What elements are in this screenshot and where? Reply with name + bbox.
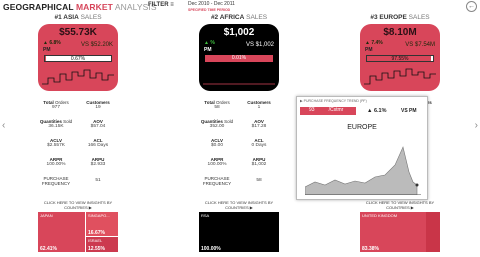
region-header: #3 EUROPE SALES xyxy=(370,14,430,21)
country-treemap[interactable]: RSA 100.00% xyxy=(199,212,279,252)
view-countries-link[interactable]: CLICK HERE TO VIEW INSIGHTS BY COUNTRIES … xyxy=(199,200,279,210)
pm-label: PM xyxy=(43,47,51,53)
sales-value: $8.10M xyxy=(383,27,417,38)
nav-left-icon[interactable]: ‹ xyxy=(2,120,5,131)
prev-value: VS $7.54M xyxy=(405,42,435,48)
stat-value: 51 xyxy=(95,178,101,183)
share-progress-bar: 0.67% xyxy=(44,55,112,62)
treemap-label: SINGAPO... xyxy=(88,213,110,218)
sales-sparkline xyxy=(42,69,114,85)
stat-cell: ACLV $2.557K xyxy=(47,138,65,148)
prev-value: VS $1,002 xyxy=(245,42,274,48)
stat-cell: PURCHASEFREQUENCY xyxy=(41,176,71,186)
stat-value: 58 xyxy=(256,178,262,183)
stat-cell: ACL 0 Days xyxy=(251,138,267,148)
pm-label: PM xyxy=(204,47,212,53)
sales-sparkline xyxy=(203,83,275,85)
treemap-value: 12.55% xyxy=(88,246,105,252)
sales-change: ▲ 7.4% xyxy=(365,40,383,46)
stat-cell: ARPR 100.00% xyxy=(46,157,66,167)
filter-icon: ≡ xyxy=(170,2,174,8)
treemap-label: ISRAEL xyxy=(88,238,103,243)
country-treemap[interactable]: JAPAN 62.41% SINGAPO... 16.67% ISRAEL 12… xyxy=(38,212,118,252)
popup-value-box: 93/Cstmr xyxy=(300,107,356,115)
treemap-value: 100.00% xyxy=(201,246,221,252)
back-arrow-icon[interactable]: ← xyxy=(466,1,477,12)
popup-area-chart xyxy=(305,146,421,195)
sales-card[interactable]: $55.73K ▲ 6.8% VS $52.20K PM 0.67% xyxy=(38,24,118,91)
stat-cell: ARPU $1,002 xyxy=(251,157,267,167)
popup-region: EUROPE xyxy=(347,124,377,131)
date-range: Dec 2010 - Dec 2011 xyxy=(188,1,235,7)
treemap-value: 16.67% xyxy=(88,230,105,236)
treemap-value: 83.38% xyxy=(362,246,379,252)
treemap-label: RSA xyxy=(201,213,210,218)
stats-table: Total Orders 977 Customers 19 Quantities Sol… xyxy=(35,100,119,190)
treemap-label: JAPAN xyxy=(40,213,53,218)
nav-right-icon[interactable]: › xyxy=(475,120,478,131)
stat-cell: AOV $57.04 xyxy=(90,119,106,129)
prev-value: VS $52.20K xyxy=(80,42,113,48)
sales-change: ▲ % xyxy=(204,40,215,46)
tooltip-popup: ▶ PURCHASE FREQUENCY TREND (PF) 93/Cstmr… xyxy=(296,96,428,200)
sales-value: $1,002 xyxy=(223,27,255,38)
stat-cell: ARPU $2.933 xyxy=(90,157,106,167)
sales-change: ▲ 6.8% xyxy=(43,40,61,46)
sales-value: $55.73K xyxy=(59,27,97,38)
stat-cell: Total Orders 977 xyxy=(43,100,69,110)
region-header: #1 ASIA SALES xyxy=(54,14,102,21)
pm-label: PM xyxy=(365,47,373,53)
region-header: #2 AFRICA SALES xyxy=(210,14,268,21)
popup-vs: VS PM xyxy=(401,108,417,114)
page-title: GEOGRAPHICAL MARKET ANALYSIS xyxy=(3,2,157,12)
stat-cell: ARPR 100.00% xyxy=(207,157,227,167)
stat-cell: Total Orders 58 xyxy=(204,100,230,110)
sales-sparkline xyxy=(364,68,436,85)
filter-button[interactable]: FILTER ≡ xyxy=(148,2,174,8)
stat-cell: PURCHASEFREQUENCY xyxy=(202,176,232,186)
stat-cell: ACL 166 Days xyxy=(87,138,109,148)
sales-card[interactable]: $8.10M ▲ 7.4% VS $7.54M PM 97.55% xyxy=(360,24,440,91)
stat-cell: Quantities Sold 352.00 xyxy=(200,119,234,129)
stat-cell: ACLV $0.00 xyxy=(210,138,223,148)
share-progress-bar: 0.01% xyxy=(205,55,273,62)
popup-title: ▶ PURCHASE FREQUENCY TREND (PF) xyxy=(300,99,367,103)
view-countries-link[interactable]: CLICK HERE TO VIEW INSIGHTS BY COUNTRIES … xyxy=(38,200,118,210)
date-range-sub: SPECIFIED TIME PERIOD xyxy=(188,8,231,12)
stat-cell: Customers 19 xyxy=(86,100,110,110)
treemap-label: UNITED KINGDOM xyxy=(362,213,398,218)
share-progress-bar: 97.55% xyxy=(366,55,434,62)
stat-cell: Customers 1 xyxy=(247,100,271,110)
sales-card[interactable]: $1,002 ▲ % VS $1,002 PM 0.01% xyxy=(199,24,279,91)
stat-cell: AOV $17.28 xyxy=(251,119,267,129)
stats-table: Total Orders 58 Customers 1 Quantities Sold 3… xyxy=(196,100,280,190)
view-countries-link[interactable]: CLICK HERE TO VIEW INSIGHTS BY COUNTRIES … xyxy=(360,200,440,210)
country-treemap[interactable]: UNITED KINGDOM 83.38% xyxy=(360,212,440,252)
stat-cell: Quantities Sold 36.15K xyxy=(39,119,73,129)
treemap-value: 62.41% xyxy=(40,246,57,252)
popup-pct: ▲ 6.1% xyxy=(367,108,387,114)
